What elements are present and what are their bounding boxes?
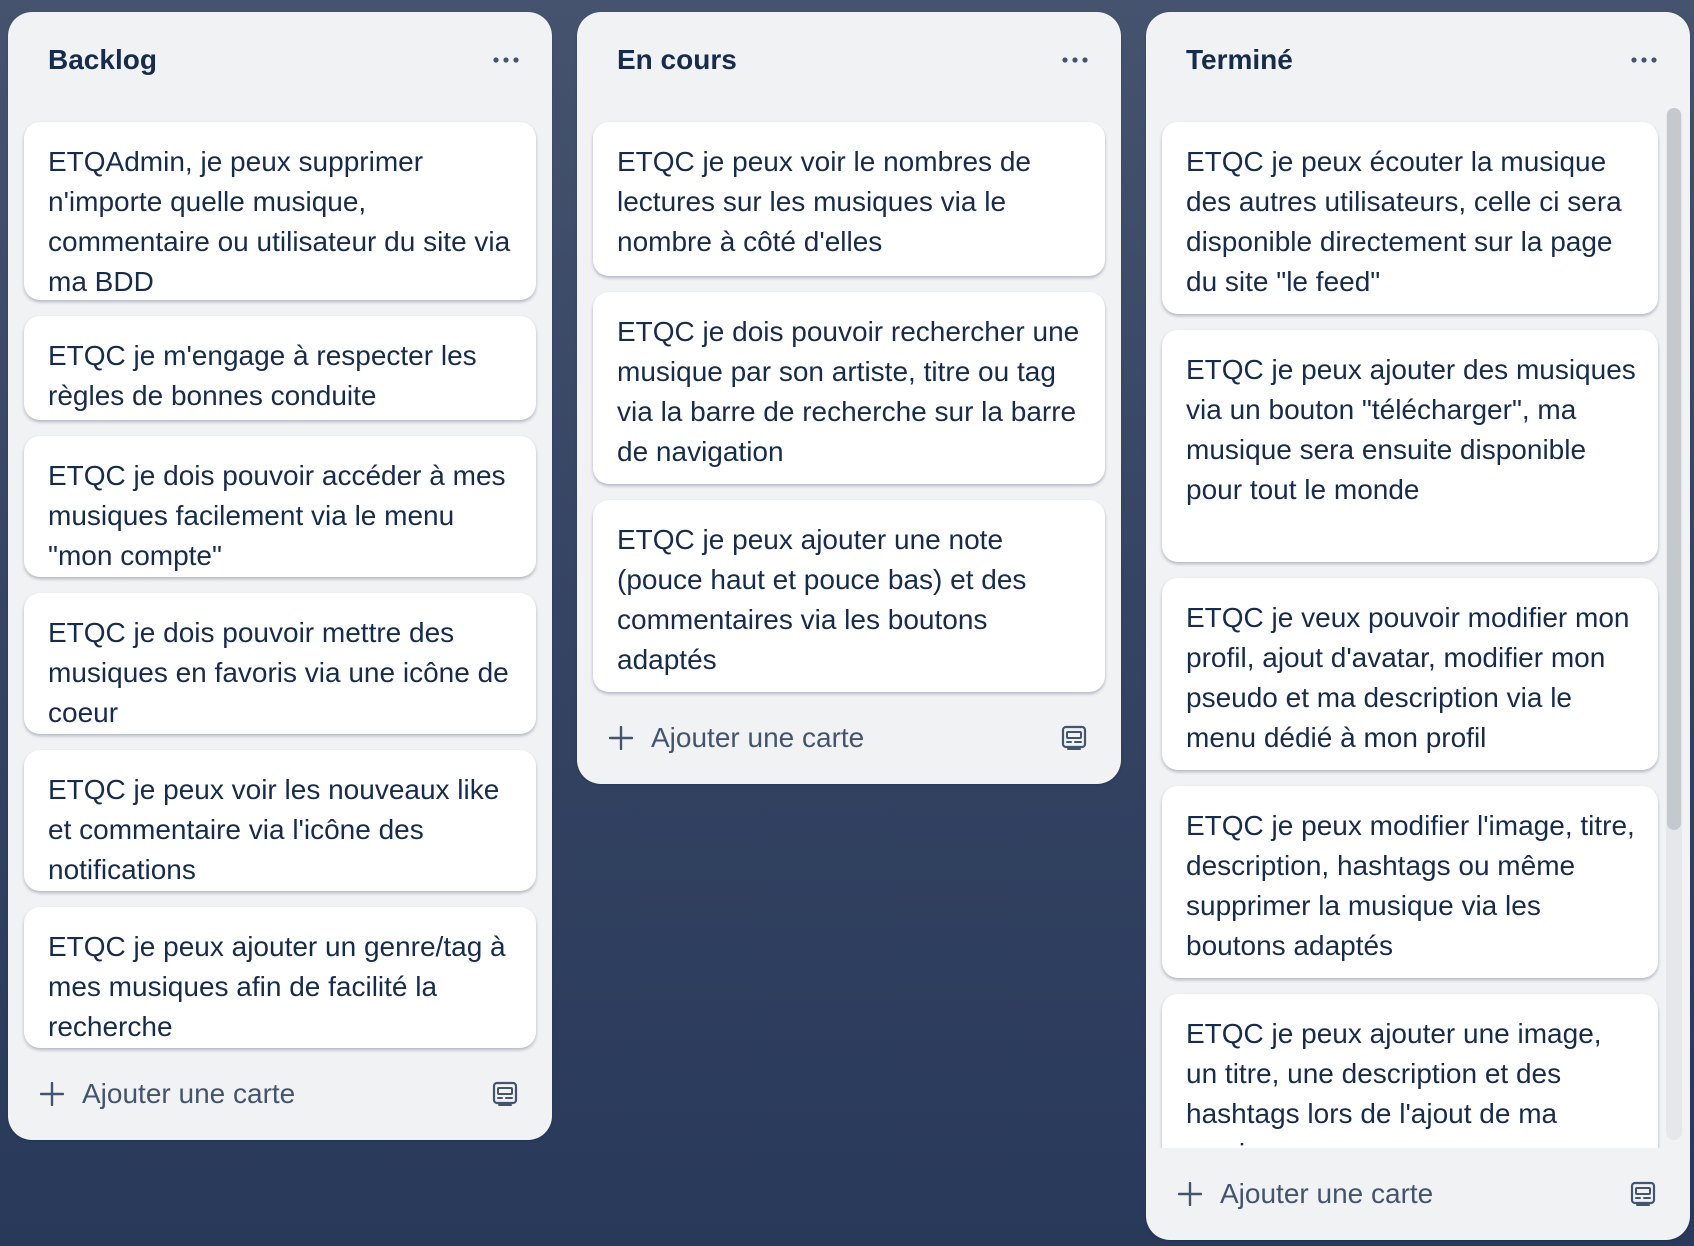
- card[interactable]: ETQC je peux écouter la musique des autr…: [1162, 122, 1658, 314]
- list-title[interactable]: Backlog: [48, 44, 157, 76]
- list-header: En cours: [577, 12, 1121, 108]
- card[interactable]: ETQC je peux modifier l'image, titre, de…: [1162, 786, 1658, 978]
- card[interactable]: ETQC je dois pouvoir accéder à mes musiq…: [24, 436, 536, 577]
- card[interactable]: ETQC je veux pouvoir modifier mon profil…: [1162, 578, 1658, 770]
- list-title[interactable]: Terminé: [1186, 44, 1293, 76]
- more-horizontal-icon: [1062, 57, 1088, 63]
- create-from-template-button[interactable]: [488, 1077, 522, 1111]
- create-from-template-button[interactable]: [1626, 1177, 1660, 1211]
- card-list: ETQC je peux écouter la musique des autr…: [1146, 108, 1690, 1148]
- add-card-label: Ajouter une carte: [1220, 1178, 1434, 1209]
- scrollbar-thumb[interactable]: [1667, 108, 1681, 830]
- card[interactable]: ETQC je m'engage à respecter les règles …: [24, 316, 536, 420]
- list-footer: Ajouter une carte: [1146, 1148, 1690, 1240]
- add-card-button[interactable]: Ajouter une carte: [1178, 1178, 1433, 1210]
- card[interactable]: ETQC je peux ajouter une image, un titre…: [1162, 994, 1658, 1148]
- list-header: Backlog: [8, 12, 552, 108]
- add-card-button[interactable]: Ajouter une carte: [40, 1078, 295, 1110]
- list-menu-button[interactable]: [1055, 40, 1095, 80]
- add-card-label: Ajouter une carte: [82, 1078, 296, 1109]
- list-footer: Ajouter une carte: [8, 1048, 552, 1140]
- scrollbar[interactable]: [1666, 108, 1682, 1140]
- list-footer: Ajouter une carte: [577, 692, 1121, 784]
- plus-icon: [40, 1082, 64, 1106]
- card-list: ETQC je peux voir le nombres de lectures…: [577, 108, 1121, 692]
- card[interactable]: ETQC je peux ajouter une note (pouce hau…: [593, 500, 1105, 692]
- plus-icon: [609, 726, 633, 750]
- create-from-template-button[interactable]: [1057, 721, 1091, 755]
- card[interactable]: ETQC je peux voir le nombres de lectures…: [593, 122, 1105, 276]
- list-en-cours: En cours ETQC je peux voir le nombres de…: [577, 12, 1121, 784]
- card-template-icon: [1630, 1181, 1656, 1206]
- more-horizontal-icon: [1631, 57, 1657, 63]
- list-backlog: Backlog ETQAdmin, je peux supprimer n'im…: [8, 12, 552, 1140]
- plus-icon: [1178, 1182, 1202, 1206]
- card[interactable]: ETQC je dois pouvoir mettre des musiques…: [24, 593, 536, 734]
- card-template-icon: [1061, 725, 1087, 750]
- list-title[interactable]: En cours: [617, 44, 737, 76]
- card[interactable]: ETQAdmin, je peux supprimer n'importe qu…: [24, 122, 536, 300]
- card[interactable]: ETQC je peux voir les nouveaux like et c…: [24, 750, 536, 891]
- board: Backlog ETQAdmin, je peux supprimer n'im…: [8, 12, 1690, 1240]
- card[interactable]: ETQC je peux ajouter des musiques via un…: [1162, 330, 1658, 562]
- card-template-icon: [492, 1081, 518, 1106]
- list-menu-button[interactable]: [486, 40, 526, 80]
- list-menu-button[interactable]: [1624, 40, 1664, 80]
- add-card-label: Ajouter une carte: [651, 722, 865, 753]
- card-scroll-area[interactable]: ETQC je peux écouter la musique des autr…: [1146, 108, 1690, 1148]
- more-horizontal-icon: [493, 57, 519, 63]
- card-list: ETQAdmin, je peux supprimer n'importe qu…: [8, 108, 552, 1048]
- list-header: Terminé: [1146, 12, 1690, 108]
- card[interactable]: ETQC je dois pouvoir rechercher une musi…: [593, 292, 1105, 484]
- card[interactable]: ETQC je peux ajouter un genre/tag à mes …: [24, 907, 536, 1048]
- add-card-button[interactable]: Ajouter une carte: [609, 722, 864, 754]
- list-termine: Terminé ETQC je peux écouter la musique …: [1146, 12, 1690, 1240]
